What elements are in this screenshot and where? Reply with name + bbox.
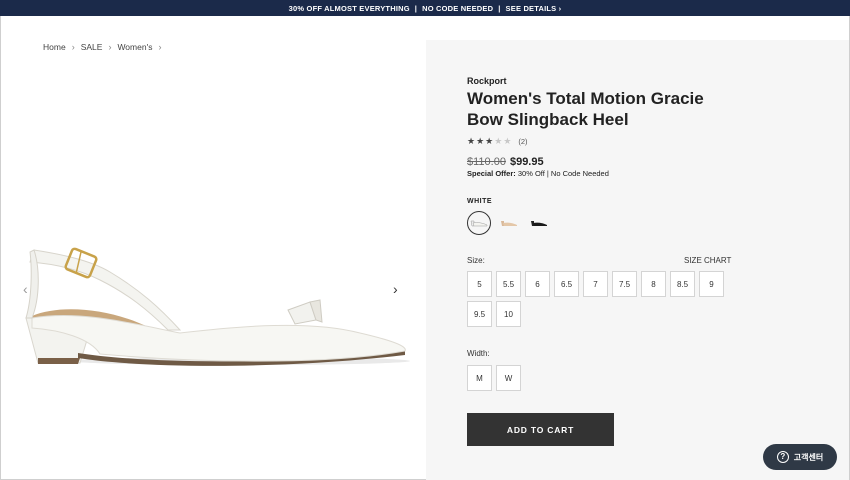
star-filled-icon: ★ (476, 136, 486, 146)
product-price: $110.00 $99.95 (467, 156, 544, 168)
breadcrumb-sale[interactable]: SALE (81, 42, 103, 52)
star-empty-icon: ★ (494, 136, 504, 146)
size-option[interactable]: 9.5 (467, 301, 492, 327)
size-option[interactable]: 7 (583, 271, 608, 297)
color-swatch-nude[interactable] (497, 211, 521, 235)
color-swatch-black[interactable] (527, 211, 551, 235)
promo-separator: | (498, 3, 501, 13)
size-option[interactable]: 9 (699, 271, 724, 297)
offer-label: Special Offer: (467, 169, 516, 178)
breadcrumb: Home › SALE › Women's › (43, 42, 167, 52)
shoe-thumbnail-icon (470, 220, 488, 227)
customer-service-label: 고객센터 (793, 452, 824, 462)
star-empty-icon: ★ (503, 136, 513, 146)
rating-stars: ★★★★★ (467, 136, 512, 147)
size-selector: 5 5.5 6 6.5 7 7.5 8 8.5 9 9.5 10 (467, 271, 737, 327)
size-option[interactable]: 5 (467, 271, 492, 297)
product-image (25, 247, 410, 366)
product-details-panel: Rockport Women's Total Motion Gracie Bow… (426, 40, 849, 480)
offer-text: 30% Off | No Code Needed (515, 169, 609, 178)
shoe-thumbnail-icon (531, 221, 547, 226)
width-option[interactable]: M (467, 365, 492, 391)
see-details-link[interactable]: SEE DETAILS › (506, 4, 562, 13)
breadcrumb-home[interactable]: Home (43, 42, 66, 52)
promo-code-text: NO CODE NEEDED (422, 3, 494, 13)
width-selector: M W (467, 365, 521, 391)
product-title: Women's Total Motion Gracie Bow Slingbac… (467, 89, 704, 129)
star-filled-icon: ★ (485, 136, 495, 146)
sale-price: $99.95 (509, 156, 544, 168)
color-swatches (467, 211, 551, 235)
breadcrumb-womens[interactable]: Women's (117, 42, 152, 52)
original-price: $110.00 (467, 156, 506, 168)
size-option[interactable]: 6.5 (554, 271, 579, 297)
add-to-cart-button[interactable]: ADD TO CART (467, 413, 614, 446)
promo-text: 30% OFF ALMOST EVERYTHING (288, 3, 410, 13)
size-option[interactable]: 6 (525, 271, 550, 297)
promo-separator: | (414, 3, 418, 13)
product-brand[interactable]: Rockport (467, 76, 507, 86)
chevron-right-icon: › (158, 42, 162, 52)
product-gallery: ‹ › (0, 16, 426, 480)
special-offer: Special Offer: 30% Off | No Code Needed (467, 169, 609, 178)
size-option[interactable]: 8 (641, 271, 666, 297)
product-rating[interactable]: ★★★★★ (2) (467, 136, 528, 147)
help-icon: ? (776, 451, 789, 463)
customer-service-button[interactable]: ? 고객센터 (763, 444, 837, 470)
shoe-thumbnail-icon (501, 221, 517, 226)
selected-color-label: WHITE (467, 198, 493, 205)
chevron-right-icon: › (71, 42, 75, 52)
size-option[interactable]: 5.5 (496, 271, 521, 297)
color-swatch-white[interactable] (467, 211, 491, 235)
width-option[interactable]: W (496, 365, 521, 391)
size-option[interactable]: 7.5 (612, 271, 637, 297)
promo-bar: 30% OFF ALMOST EVERYTHING | NO CODE NEED… (0, 0, 850, 16)
size-option[interactable]: 8.5 (670, 271, 695, 297)
width-label: Width: (467, 349, 490, 358)
size-chart-link[interactable]: SIZE CHART (684, 256, 731, 265)
rating-count[interactable]: (2) (518, 137, 527, 146)
size-option[interactable]: 10 (496, 301, 521, 327)
star-filled-icon: ★ (467, 136, 477, 146)
chevron-right-icon: › (108, 42, 112, 52)
size-label: Size: (467, 256, 485, 265)
